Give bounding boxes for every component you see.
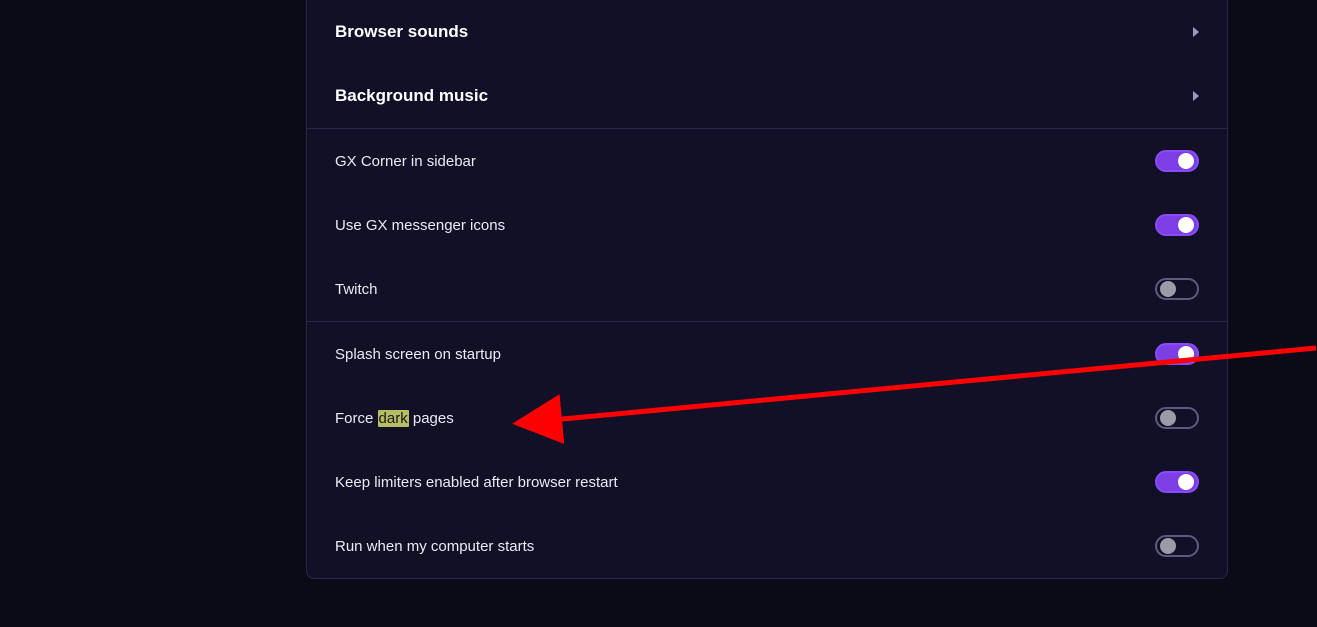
gx-corner-row: GX Corner in sidebar [307, 129, 1227, 193]
keep-limiters-toggle[interactable] [1155, 471, 1199, 493]
force-dark-prefix: Force [335, 410, 378, 427]
keep-limiters-label: Keep limiters enabled after browser rest… [335, 474, 618, 491]
gx-msg-toggle[interactable] [1155, 214, 1199, 236]
splash-row: Splash screen on startup [307, 322, 1227, 386]
background-music-header[interactable]: Background music [307, 64, 1227, 128]
settings-panel: Browser sounds Background music GX Corne… [306, 0, 1228, 579]
browser-sounds-header[interactable]: Browser sounds [307, 0, 1227, 64]
splash-toggle[interactable] [1155, 343, 1199, 365]
browser-sounds-label: Browser sounds [335, 22, 468, 42]
splash-label: Splash screen on startup [335, 346, 501, 363]
gx-section: GX Corner in sidebar Use GX messenger ic… [307, 128, 1227, 321]
run-startup-label: Run when my computer starts [335, 538, 534, 555]
force-dark-suffix: pages [409, 410, 454, 427]
gx-corner-toggle[interactable] [1155, 150, 1199, 172]
gx-corner-label: GX Corner in sidebar [335, 153, 476, 170]
background-music-label: Background music [335, 86, 488, 106]
twitch-row: Twitch [307, 257, 1227, 321]
run-startup-row: Run when my computer starts [307, 514, 1227, 578]
gx-msg-row: Use GX messenger icons [307, 193, 1227, 257]
force-dark-row: Force dark pages [307, 386, 1227, 450]
gx-msg-label: Use GX messenger icons [335, 217, 505, 234]
chevron-right-icon [1193, 27, 1199, 37]
force-dark-highlight: dark [378, 410, 409, 427]
expand-section: Browser sounds Background music [307, 0, 1227, 128]
twitch-toggle[interactable] [1155, 278, 1199, 300]
force-dark-toggle[interactable] [1155, 407, 1199, 429]
startup-section: Splash screen on startup Force dark page… [307, 321, 1227, 578]
force-dark-label: Force dark pages [335, 410, 454, 427]
run-startup-toggle[interactable] [1155, 535, 1199, 557]
twitch-label: Twitch [335, 281, 378, 298]
keep-limiters-row: Keep limiters enabled after browser rest… [307, 450, 1227, 514]
chevron-right-icon [1193, 91, 1199, 101]
